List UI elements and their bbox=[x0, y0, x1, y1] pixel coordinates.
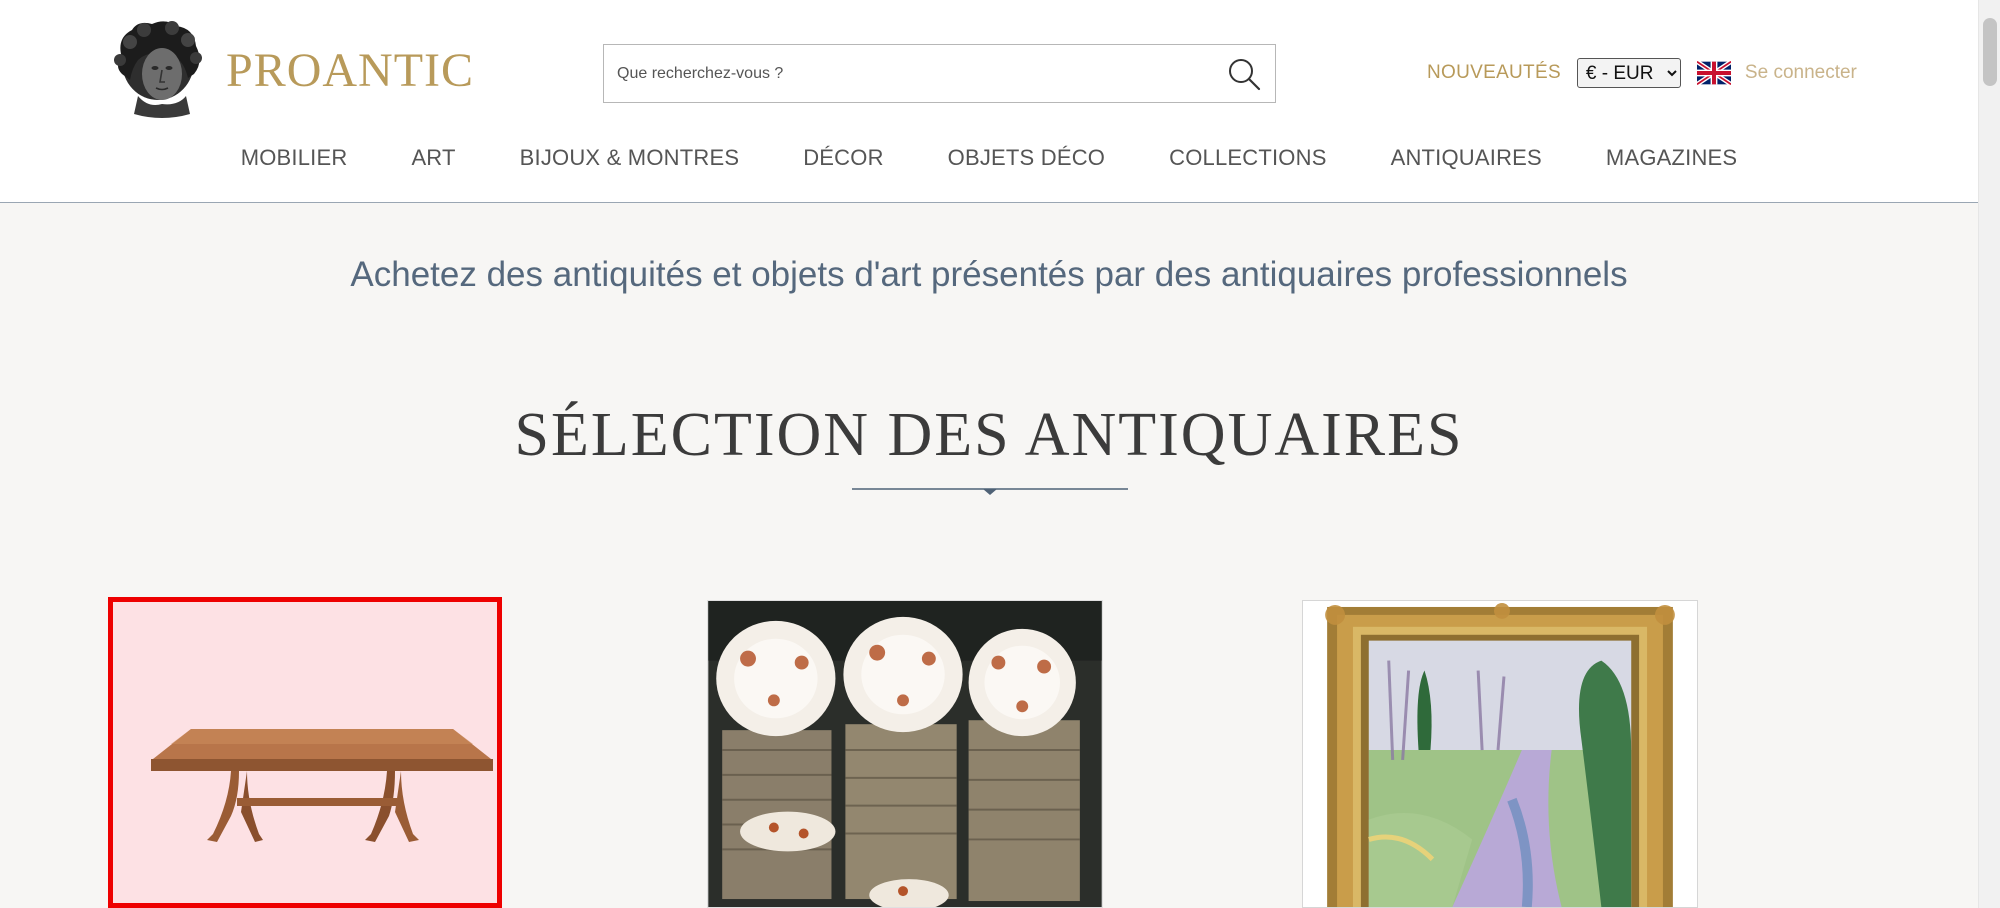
search-icon[interactable] bbox=[1227, 57, 1261, 91]
porcelain-plates-image bbox=[708, 601, 1102, 907]
nav-item-collections[interactable]: COLLECTIONS bbox=[1169, 145, 1326, 171]
scroll-thumb[interactable] bbox=[1983, 18, 1997, 86]
nav-item-objets-deco[interactable]: OBJETS DÉCO bbox=[948, 145, 1105, 171]
nav-item-mobilier[interactable]: MOBILIER bbox=[241, 145, 348, 171]
nav-item-art[interactable]: ART bbox=[411, 145, 455, 171]
uk-flag-icon[interactable] bbox=[1696, 61, 1731, 85]
brand-name: PROANTIC bbox=[226, 43, 475, 97]
bust-logo-icon bbox=[114, 21, 202, 118]
home-logo-link[interactable]: PROANTIC bbox=[108, 18, 474, 122]
site-header: PROANTIC NOUVEAUTÉS € - EUR Se connecter… bbox=[0, 0, 1978, 203]
framed-landscape-painting-image bbox=[1303, 601, 1697, 907]
product-card-porcelain-plates[interactable] bbox=[707, 600, 1103, 908]
login-link[interactable]: Se connecter bbox=[1745, 62, 1857, 84]
nav-item-magazines[interactable]: MAGAZINES bbox=[1606, 145, 1737, 171]
page-scrollbar[interactable] bbox=[1978, 0, 2000, 908]
product-card-landscape-painting[interactable] bbox=[1302, 600, 1698, 908]
new-arrivals-link[interactable]: NOUVEAUTÉS bbox=[1427, 62, 1561, 84]
nav-item-antiquaires[interactable]: ANTIQUAIRES bbox=[1391, 145, 1542, 171]
nav-item-decor[interactable]: DÉCOR bbox=[803, 145, 883, 171]
tagline: Achetez des antiquités et objets d'art p… bbox=[350, 255, 1628, 294]
main-nav: MOBILIER ART BIJOUX & MONTRES DÉCOR OBJE… bbox=[0, 145, 1978, 171]
nav-item-bijoux-montres[interactable]: BIJOUX & MONTRES bbox=[520, 145, 740, 171]
section-title: SÉLECTION DES ANTIQUAIRES bbox=[514, 401, 1464, 469]
dining-table-image bbox=[113, 602, 497, 903]
product-card-dining-table[interactable] bbox=[108, 597, 502, 908]
header-links: NOUVEAUTÉS € - EUR Se connecter bbox=[1427, 58, 1857, 88]
currency-select[interactable]: € - EUR bbox=[1576, 58, 1681, 88]
title-divider bbox=[852, 488, 1128, 495]
search-bar bbox=[603, 44, 1276, 103]
search-input[interactable] bbox=[604, 45, 1204, 102]
